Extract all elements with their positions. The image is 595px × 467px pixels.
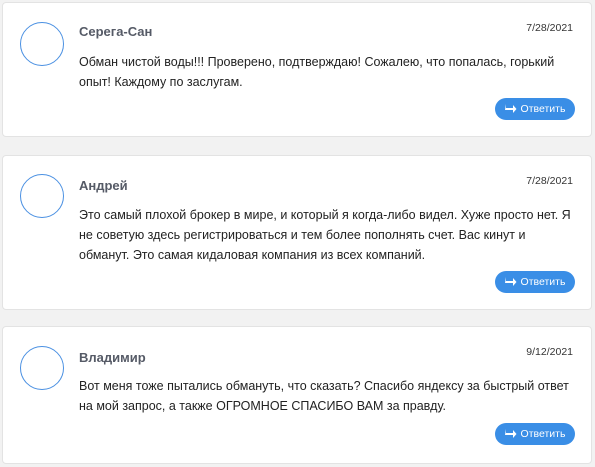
- reply-button-label: Ответить: [520, 276, 566, 288]
- comment-card: Владимир 9/12/2021 Вот меня тоже пыталис…: [2, 326, 592, 464]
- comment-text: Обман чистой воды!!! Проверено, подтверж…: [79, 55, 555, 89]
- comment-text: Это самый плохой брокер в мире, и которы…: [79, 208, 571, 262]
- comment-date: 9/12/2021: [526, 346, 573, 358]
- avatar[interactable]: [20, 346, 64, 390]
- comment-card: Серега-Сан 7/28/2021 Обман чистой воды!!…: [2, 2, 592, 137]
- reply-arrow-icon: [504, 429, 517, 439]
- avatar[interactable]: [20, 174, 64, 218]
- comment-text: Вот меня тоже пытались обмануть, что ска…: [79, 379, 569, 413]
- reply-arrow-icon: [504, 104, 517, 114]
- reply-button[interactable]: Ответить: [495, 98, 575, 120]
- reply-arrow-icon: [504, 277, 517, 287]
- comment-card: Андрей 7/28/2021 Это самый плохой брокер…: [2, 155, 592, 310]
- reply-button-label: Ответить: [520, 428, 566, 440]
- avatar[interactable]: [20, 22, 64, 66]
- reply-button-label: Ответить: [520, 103, 566, 115]
- comment-date: 7/28/2021: [526, 175, 573, 187]
- comment-author[interactable]: Андрей: [79, 178, 128, 193]
- comment-author[interactable]: Серега-Сан: [79, 24, 152, 39]
- comment-author[interactable]: Владимир: [79, 350, 146, 365]
- comment-date: 7/28/2021: [526, 22, 573, 34]
- reply-button[interactable]: Ответить: [495, 423, 575, 445]
- reply-button[interactable]: Ответить: [495, 271, 575, 293]
